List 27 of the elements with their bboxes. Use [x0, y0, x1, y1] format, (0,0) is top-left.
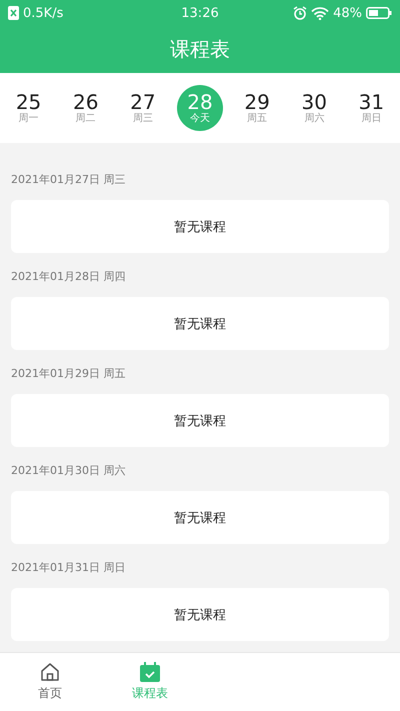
- nav-tab[interactable]: 首页: [0, 653, 100, 711]
- battery-percent: 48%: [333, 6, 362, 20]
- status-time: 13:26: [181, 6, 219, 20]
- day-tab[interactable]: 25 周一: [6, 85, 52, 131]
- date-heading: 2021年01月28日 周四: [11, 270, 126, 283]
- page-title: 课程表: [170, 36, 230, 63]
- calendar-icon: [139, 662, 161, 682]
- empty-message: 暂无课程: [174, 510, 226, 526]
- date-heading: 2021年01月30日 周六: [11, 464, 126, 477]
- empty-message: 暂无课程: [174, 606, 226, 624]
- day-tab[interactable]: 27 周三: [120, 85, 166, 131]
- battery-icon: [366, 7, 392, 19]
- day-tab[interactable]: 29 周五: [234, 85, 280, 131]
- network-speed: 0.5K/s: [23, 6, 64, 20]
- home-icon: [40, 662, 60, 682]
- date-heading: 2021年01月29日 周五: [11, 367, 126, 380]
- day-tab[interactable]: 26 周二: [62, 85, 109, 131]
- empty-message: 暂无课程: [174, 316, 226, 332]
- day-tab[interactable]: 30 周六: [291, 85, 338, 131]
- wifi-icon: [311, 6, 330, 20]
- date-heading: 2021年01月27日 周三: [11, 173, 126, 186]
- alarm-icon: [293, 6, 308, 20]
- day-tab[interactable]: 31 周日: [348, 85, 394, 131]
- empty-message: 暂无课程: [174, 218, 226, 236]
- sim-icon: [8, 6, 19, 20]
- date-heading: 2021年01月31日 周日: [11, 561, 126, 574]
- empty-message: 暂无课程: [174, 412, 226, 430]
